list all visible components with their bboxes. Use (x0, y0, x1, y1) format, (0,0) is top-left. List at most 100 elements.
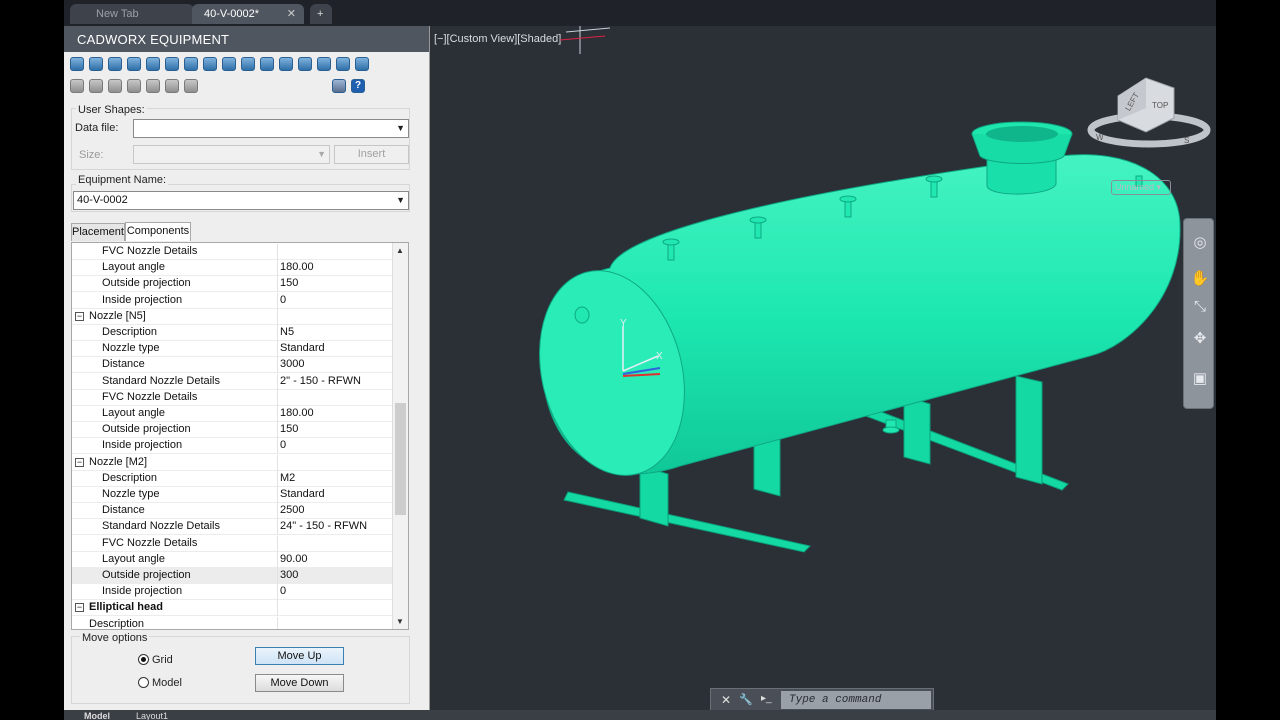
property-row[interactable]: Distance 3000 (72, 357, 392, 374)
tab-new-tab[interactable]: New Tab (70, 4, 194, 24)
collapse-toggle-icon[interactable]: − (75, 457, 84, 467)
drawing-viewport[interactable]: [−][Custom View][Shaded] Y X LEFT TOP W … (430, 26, 1216, 710)
gear-shape-icon (146, 79, 160, 93)
box-icon[interactable] (203, 57, 217, 71)
orbit-icon[interactable]: ✥ (1190, 329, 1210, 349)
close-icon[interactable]: ✕ (721, 693, 731, 707)
flat-head-icon[interactable] (146, 57, 160, 71)
elliptical-head-icon[interactable] (89, 57, 103, 71)
components-property-grid[interactable]: FVC Nozzle Details Layout angle 180.00 Outs… (71, 242, 409, 630)
tab-layout1[interactable]: Layout1 (136, 711, 168, 720)
tab-placement[interactable]: Placement (71, 223, 125, 241)
pan-icon[interactable]: ✋ (1190, 269, 1210, 289)
command-input[interactable]: Type a command (781, 691, 931, 709)
property-row[interactable]: Standard Nozzle Details 24" - 150 - RFWN (72, 519, 392, 536)
tab-components[interactable]: Components (125, 222, 191, 241)
close-tab-icon[interactable]: ✕ (287, 4, 296, 24)
property-value[interactable]: 2500 (277, 503, 304, 520)
property-row[interactable]: FVC Nozzle Details (72, 244, 392, 260)
property-value[interactable]: 0 (277, 584, 286, 601)
wrench-icon[interactable]: 🔧 (739, 693, 753, 706)
property-category-row[interactable]: − Nozzle [N5] (72, 308, 392, 325)
property-value[interactable]: Standard (277, 341, 325, 358)
heat-exchanger-icon[interactable] (355, 57, 369, 71)
property-row[interactable]: Outside projection 300 (72, 568, 392, 584)
collapse-toggle-icon[interactable]: − (75, 311, 84, 321)
model-radio[interactable] (138, 677, 149, 688)
property-value[interactable] (277, 244, 280, 260)
property-category-row[interactable]: − Elliptical head (72, 600, 392, 617)
property-value[interactable] (277, 616, 280, 629)
property-category-row[interactable]: − Nozzle [M2] (72, 454, 392, 471)
coil-icon[interactable] (279, 57, 293, 71)
cylinder-shell-icon[interactable] (70, 57, 84, 71)
property-value[interactable]: 0 (277, 292, 286, 309)
new-tab-button[interactable]: + (310, 4, 332, 24)
tab-label: New Tab (96, 8, 139, 20)
property-value[interactable]: 150 (277, 422, 298, 439)
tab-model[interactable]: Model (84, 711, 110, 720)
property-value[interactable]: 300 (277, 568, 298, 584)
steering-wheel-icon[interactable]: ◎ (1190, 233, 1210, 253)
property-value[interactable] (277, 389, 280, 406)
frame-icon[interactable] (317, 57, 331, 71)
property-row[interactable]: Layout angle 180.00 (72, 406, 392, 422)
property-row[interactable]: FVC Nozzle Details (72, 535, 392, 552)
scroll-up-icon[interactable]: ▲ (396, 246, 404, 255)
property-value[interactable]: 150 (277, 276, 298, 293)
dished-head-icon[interactable] (127, 57, 141, 71)
property-value[interactable]: Standard (277, 487, 325, 503)
cone-icon[interactable] (165, 57, 179, 71)
scroll-down-icon[interactable]: ▼ (396, 617, 404, 626)
property-value[interactable]: N5 (277, 325, 294, 341)
vessel-3d-model[interactable]: Y X LEFT TOP W S (430, 26, 1216, 710)
sphere-icon[interactable] (184, 57, 198, 71)
command-prompt-icon[interactable]: ▸_ (761, 693, 772, 704)
property-row[interactable]: Outside projection 150 (72, 422, 392, 439)
property-row[interactable]: Inside projection 0 (72, 584, 392, 601)
property-value[interactable]: 180.00 (277, 406, 314, 422)
property-row[interactable]: Nozzle type Standard (72, 341, 392, 358)
property-value[interactable]: 24" - 150 - RFWN (277, 519, 367, 536)
vertical-scrollbar[interactable]: ▲ ▼ (392, 243, 408, 629)
equipment-name-dropdown[interactable]: 40-V-0002 ▼ (73, 191, 409, 210)
property-row[interactable]: Standard Nozzle Details 2" - 150 - RFWN (72, 373, 392, 390)
property-value[interactable] (277, 535, 280, 552)
viewcube[interactable]: LEFT TOP W S (1087, 77, 1211, 148)
zoom-icon[interactable]: ⤡ (1190, 297, 1210, 317)
property-row[interactable]: Layout angle 180.00 (72, 260, 392, 277)
settings-icon[interactable] (332, 79, 346, 93)
named-view-dropdown[interactable]: Unnamed ▾ (1111, 180, 1171, 195)
move-down-button[interactable]: Move Down (255, 674, 344, 692)
property-value[interactable]: 2" - 150 - RFWN (277, 373, 361, 390)
property-row[interactable]: Inside projection 0 (72, 438, 392, 455)
property-value[interactable]: 90.00 (277, 551, 308, 568)
tab-40-v-0002[interactable]: 40-V-0002* ✕ (192, 4, 304, 24)
skirt-icon[interactable] (241, 57, 255, 71)
property-row[interactable]: Description (72, 616, 392, 629)
cube-icon[interactable] (260, 57, 274, 71)
property-row[interactable]: Description M2 (72, 470, 392, 487)
move-up-button[interactable]: Move Up (255, 647, 344, 665)
showmotion-icon[interactable]: ▣ (1190, 369, 1210, 389)
property-row[interactable]: Inside projection 0 (72, 292, 392, 309)
help-icon[interactable]: ? (351, 79, 365, 93)
property-value[interactable]: 180.00 (277, 260, 314, 277)
property-value[interactable]: 0 (277, 438, 286, 455)
nozzle-icon[interactable] (108, 57, 122, 71)
property-row[interactable]: Layout angle 90.00 (72, 551, 392, 568)
collapse-toggle-icon[interactable]: − (75, 603, 84, 613)
property-row[interactable]: Nozzle type Standard (72, 487, 392, 503)
property-row[interactable]: Distance 2500 (72, 503, 392, 520)
pump-icon[interactable] (336, 57, 350, 71)
property-row[interactable]: Outside projection 150 (72, 276, 392, 293)
data-file-dropdown[interactable]: ▼ (133, 119, 409, 138)
property-row[interactable]: Description N5 (72, 325, 392, 341)
property-row[interactable]: FVC Nozzle Details (72, 389, 392, 406)
property-value[interactable]: 3000 (277, 357, 304, 374)
spiral-icon[interactable] (298, 57, 312, 71)
scrollbar-thumb[interactable] (395, 403, 406, 515)
grid-radio[interactable] (138, 654, 149, 665)
saddle-icon[interactable] (222, 57, 236, 71)
property-value[interactable]: M2 (277, 470, 295, 487)
